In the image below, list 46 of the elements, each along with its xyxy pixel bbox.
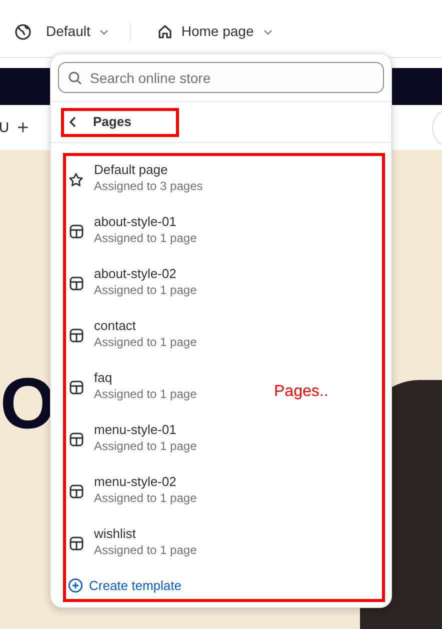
plus-circle-icon: [68, 578, 83, 594]
template-assigned-text: Assigned to 1 page: [94, 438, 197, 455]
template-name: Default page: [94, 162, 169, 178]
template-name: menu-style-01: [94, 422, 178, 438]
template-name: contact: [94, 318, 137, 334]
template-name: wishlist: [94, 526, 137, 542]
template-assigned-text: Assigned to 3 pages: [94, 178, 203, 195]
template-name: about-style-02: [94, 266, 178, 282]
template-item[interactable]: about-style-02 Assigned to 1 page: [68, 266, 197, 318]
page-dropdown[interactable]: Home page: [157, 21, 274, 42]
template-assigned-text: Assigned to 1 page: [94, 542, 197, 559]
layout-icon: [68, 328, 84, 343]
template-assigned-text: Assigned to 1 page: [94, 282, 197, 299]
search-field[interactable]: Search online store: [58, 62, 384, 93]
nav-plus-text: +: [17, 118, 29, 138]
template-assigned-text: Assigned to 1 page: [94, 490, 197, 507]
search-icon: [68, 71, 82, 85]
template-item[interactable]: wishlist Assigned to 1 page: [68, 526, 197, 578]
template-assigned-text: Assigned to 1 page: [94, 386, 197, 403]
annotation-label: Pages..: [274, 382, 328, 402]
home-icon: [157, 24, 174, 40]
template-assigned-text: Assigned to 1 page: [94, 334, 197, 351]
back-button[interactable]: Pages: [61, 108, 179, 136]
template-item[interactable]: menu-style-01 Assigned to 1 page: [68, 422, 197, 474]
template-name: menu-style-02: [94, 474, 178, 490]
star-icon: [68, 172, 84, 188]
layout-icon: [68, 224, 84, 239]
layout-icon: [68, 536, 84, 551]
layout-icon: [68, 276, 84, 291]
layout-icon: [68, 484, 84, 499]
theme-dropdown[interactable]: Default: [46, 21, 130, 42]
globe-icon: [14, 22, 32, 40]
template-item[interactable]: Default page Assigned to 3 pages: [68, 162, 203, 214]
template-item[interactable]: menu-style-02 Assigned to 1 page: [68, 474, 197, 526]
layout-icon: [68, 380, 84, 395]
layout-icon: [68, 432, 84, 447]
hero-heading: O: [0, 368, 56, 440]
template-name: faq: [94, 370, 114, 386]
nav-menu-text: U: [0, 118, 10, 137]
template-item[interactable]: faq Assigned to 1 page: [68, 370, 197, 422]
chevron-left-icon: [69, 116, 77, 128]
template-item[interactable]: about-style-01 Assigned to 1 page: [68, 214, 197, 266]
template-assigned-text: Assigned to 1 page: [94, 230, 197, 247]
template-name: about-style-01: [94, 214, 178, 230]
template-item[interactable]: contact Assigned to 1 page: [68, 318, 197, 370]
create-template-link[interactable]: Create template: [68, 576, 182, 596]
